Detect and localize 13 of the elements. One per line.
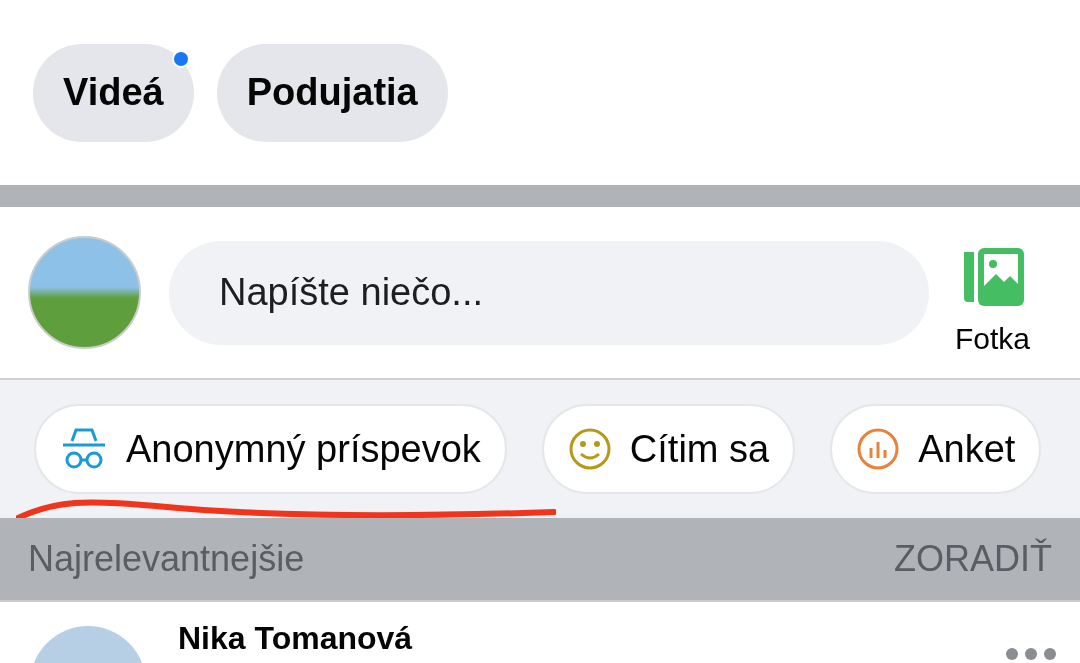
- more-options-icon[interactable]: [1006, 648, 1056, 660]
- post-input-field[interactable]: Napíšte niečo...: [169, 240, 929, 345]
- smiley-icon: [567, 427, 612, 471]
- post-option-chip[interactable]: Anket: [830, 404, 1042, 494]
- post-option-chip[interactable]: Cítim sa: [541, 404, 796, 494]
- post-option-chip[interactable]: Anonymný príspevok: [34, 404, 507, 494]
- sort-label: Najrelevantnejšie: [28, 538, 305, 580]
- filter-chip[interactable]: Videá: [33, 43, 194, 142]
- bar-chart-icon: [856, 427, 901, 471]
- filter-chip[interactable]: Podujatia: [216, 43, 448, 142]
- incognito-icon: [60, 427, 108, 471]
- photo-button[interactable]: Fotka: [955, 229, 1031, 356]
- author-name: Nika Tomanová: [178, 620, 413, 657]
